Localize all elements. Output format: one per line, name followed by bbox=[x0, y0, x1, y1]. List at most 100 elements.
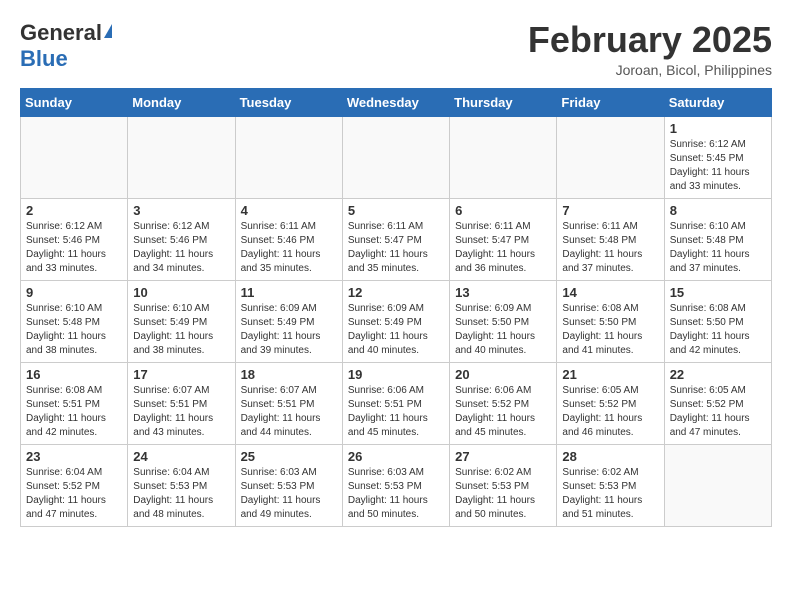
calendar-cell: 24 Sunrise: 6:04 AM Sunset: 5:53 PM Dayli… bbox=[128, 444, 235, 526]
calendar-cell: 15 Sunrise: 6:08 AM Sunset: 5:50 PM Dayli… bbox=[664, 280, 771, 362]
day-number: 14 bbox=[562, 285, 658, 300]
day-info: Sunrise: 6:03 AM Sunset: 5:53 PM Dayligh… bbox=[241, 466, 337, 522]
day-info: Sunrise: 6:11 AM Sunset: 5:47 PM Dayligh… bbox=[348, 220, 444, 276]
calendar-table: SundayMondayTuesdayWednesdayThursdayFrid… bbox=[20, 88, 772, 527]
day-number: 13 bbox=[455, 285, 551, 300]
day-info: Sunrise: 6:11 AM Sunset: 5:48 PM Dayligh… bbox=[562, 220, 658, 276]
calendar-cell: 22 Sunrise: 6:05 AM Sunset: 5:52 PM Dayli… bbox=[664, 362, 771, 444]
calendar-cell bbox=[557, 116, 664, 198]
day-info: Sunrise: 6:10 AM Sunset: 5:48 PM Dayligh… bbox=[26, 302, 122, 358]
calendar-cell: 6Sunrise: 6:11 AM Sunset: 5:47 PM Daylig… bbox=[450, 198, 557, 280]
day-number: 9 bbox=[26, 285, 122, 300]
day-info: Sunrise: 6:02 AM Sunset: 5:53 PM Dayligh… bbox=[562, 466, 658, 522]
day-info: Sunrise: 6:04 AM Sunset: 5:53 PM Dayligh… bbox=[133, 466, 229, 522]
logo-triangle-icon bbox=[104, 24, 112, 38]
calendar-cell: 28 Sunrise: 6:02 AM Sunset: 5:53 PM Dayli… bbox=[557, 444, 664, 526]
day-info: Sunrise: 6:08 AM Sunset: 5:51 PM Dayligh… bbox=[26, 384, 122, 440]
calendar-week-1: 1 Sunrise: 6:12 AM Sunset: 5:45 PM Daylig… bbox=[21, 116, 772, 198]
day-info: Sunrise: 6:08 AM Sunset: 5:50 PM Dayligh… bbox=[670, 302, 766, 358]
calendar-cell: 1 Sunrise: 6:12 AM Sunset: 5:45 PM Daylig… bbox=[664, 116, 771, 198]
day-info: Sunrise: 6:11 AM Sunset: 5:47 PM Dayligh… bbox=[455, 220, 551, 276]
day-number: 18 bbox=[241, 367, 337, 382]
calendar-cell: 23Sunrise: 6:04 AM Sunset: 5:52 PM Dayli… bbox=[21, 444, 128, 526]
day-number: 12 bbox=[348, 285, 444, 300]
calendar-cell: 7 Sunrise: 6:11 AM Sunset: 5:48 PM Daylig… bbox=[557, 198, 664, 280]
calendar-cell: 5 Sunrise: 6:11 AM Sunset: 5:47 PM Daylig… bbox=[342, 198, 449, 280]
calendar-cell: 13 Sunrise: 6:09 AM Sunset: 5:50 PM Dayli… bbox=[450, 280, 557, 362]
calendar-cell bbox=[128, 116, 235, 198]
weekday-header-saturday: Saturday bbox=[664, 88, 771, 116]
day-info: Sunrise: 6:05 AM Sunset: 5:52 PM Dayligh… bbox=[670, 384, 766, 440]
day-number: 3 bbox=[133, 203, 229, 218]
day-number: 8 bbox=[670, 203, 766, 218]
day-number: 25 bbox=[241, 449, 337, 464]
day-number: 16 bbox=[26, 367, 122, 382]
day-info: Sunrise: 6:04 AM Sunset: 5:52 PM Dayligh… bbox=[26, 466, 122, 522]
calendar-cell: 26Sunrise: 6:03 AM Sunset: 5:53 PM Dayli… bbox=[342, 444, 449, 526]
day-number: 5 bbox=[348, 203, 444, 218]
day-info: Sunrise: 6:10 AM Sunset: 5:49 PM Dayligh… bbox=[133, 302, 229, 358]
day-info: Sunrise: 6:05 AM Sunset: 5:52 PM Dayligh… bbox=[562, 384, 658, 440]
calendar-cell: 17 Sunrise: 6:07 AM Sunset: 5:51 PM Dayli… bbox=[128, 362, 235, 444]
calendar-cell: 12 Sunrise: 6:09 AM Sunset: 5:49 PM Dayli… bbox=[342, 280, 449, 362]
calendar-cell: 10Sunrise: 6:10 AM Sunset: 5:49 PM Dayli… bbox=[128, 280, 235, 362]
logo-general-text: General bbox=[20, 20, 102, 46]
day-info: Sunrise: 6:10 AM Sunset: 5:48 PM Dayligh… bbox=[670, 220, 766, 276]
calendar-cell: 4 Sunrise: 6:11 AM Sunset: 5:46 PM Daylig… bbox=[235, 198, 342, 280]
day-info: Sunrise: 6:12 AM Sunset: 5:45 PM Dayligh… bbox=[670, 138, 766, 194]
day-number: 15 bbox=[670, 285, 766, 300]
day-number: 20 bbox=[455, 367, 551, 382]
day-number: 28 bbox=[562, 449, 658, 464]
calendar-header-row: SundayMondayTuesdayWednesdayThursdayFrid… bbox=[21, 88, 772, 116]
calendar-cell: 18 Sunrise: 6:07 AM Sunset: 5:51 PM Dayli… bbox=[235, 362, 342, 444]
calendar-cell: 25 Sunrise: 6:03 AM Sunset: 5:53 PM Dayli… bbox=[235, 444, 342, 526]
day-info: Sunrise: 6:09 AM Sunset: 5:49 PM Dayligh… bbox=[241, 302, 337, 358]
weekday-header-monday: Monday bbox=[128, 88, 235, 116]
day-info: Sunrise: 6:08 AM Sunset: 5:50 PM Dayligh… bbox=[562, 302, 658, 358]
calendar-cell: 3 Sunrise: 6:12 AM Sunset: 5:46 PM Daylig… bbox=[128, 198, 235, 280]
day-number: 27 bbox=[455, 449, 551, 464]
calendar-week-2: 2 Sunrise: 6:12 AM Sunset: 5:46 PM Daylig… bbox=[21, 198, 772, 280]
day-info: Sunrise: 6:07 AM Sunset: 5:51 PM Dayligh… bbox=[133, 384, 229, 440]
calendar-cell: 2 Sunrise: 6:12 AM Sunset: 5:46 PM Daylig… bbox=[21, 198, 128, 280]
calendar-week-5: 23Sunrise: 6:04 AM Sunset: 5:52 PM Dayli… bbox=[21, 444, 772, 526]
weekday-header-wednesday: Wednesday bbox=[342, 88, 449, 116]
day-number: 17 bbox=[133, 367, 229, 382]
day-number: 19 bbox=[348, 367, 444, 382]
weekday-header-friday: Friday bbox=[557, 88, 664, 116]
calendar-cell bbox=[342, 116, 449, 198]
day-number: 21 bbox=[562, 367, 658, 382]
calendar-cell: 8 Sunrise: 6:10 AM Sunset: 5:48 PM Daylig… bbox=[664, 198, 771, 280]
location-subtitle: Joroan, Bicol, Philippines bbox=[528, 62, 772, 78]
day-number: 7 bbox=[562, 203, 658, 218]
logo: General Blue bbox=[20, 20, 112, 72]
day-number: 1 bbox=[670, 121, 766, 136]
day-info: Sunrise: 6:11 AM Sunset: 5:46 PM Dayligh… bbox=[241, 220, 337, 276]
calendar-cell bbox=[450, 116, 557, 198]
calendar-week-3: 9 Sunrise: 6:10 AM Sunset: 5:48 PM Daylig… bbox=[21, 280, 772, 362]
day-info: Sunrise: 6:09 AM Sunset: 5:50 PM Dayligh… bbox=[455, 302, 551, 358]
day-info: Sunrise: 6:03 AM Sunset: 5:53 PM Dayligh… bbox=[348, 466, 444, 522]
weekday-header-tuesday: Tuesday bbox=[235, 88, 342, 116]
day-number: 11 bbox=[241, 285, 337, 300]
day-info: Sunrise: 6:07 AM Sunset: 5:51 PM Dayligh… bbox=[241, 384, 337, 440]
title-block: February 2025 Joroan, Bicol, Philippines bbox=[528, 20, 772, 78]
day-number: 2 bbox=[26, 203, 122, 218]
calendar-cell bbox=[664, 444, 771, 526]
calendar-cell: 27Sunrise: 6:02 AM Sunset: 5:53 PM Dayli… bbox=[450, 444, 557, 526]
day-info: Sunrise: 6:06 AM Sunset: 5:52 PM Dayligh… bbox=[455, 384, 551, 440]
day-info: Sunrise: 6:09 AM Sunset: 5:49 PM Dayligh… bbox=[348, 302, 444, 358]
logo-blue-text: Blue bbox=[20, 46, 68, 71]
calendar-cell: 19Sunrise: 6:06 AM Sunset: 5:51 PM Dayli… bbox=[342, 362, 449, 444]
calendar-week-4: 16 Sunrise: 6:08 AM Sunset: 5:51 PM Dayli… bbox=[21, 362, 772, 444]
calendar-cell: 20 Sunrise: 6:06 AM Sunset: 5:52 PM Dayli… bbox=[450, 362, 557, 444]
day-info: Sunrise: 6:12 AM Sunset: 5:46 PM Dayligh… bbox=[26, 220, 122, 276]
day-info: Sunrise: 6:12 AM Sunset: 5:46 PM Dayligh… bbox=[133, 220, 229, 276]
day-number: 22 bbox=[670, 367, 766, 382]
calendar-cell: 9 Sunrise: 6:10 AM Sunset: 5:48 PM Daylig… bbox=[21, 280, 128, 362]
page-header: General Blue February 2025 Joroan, Bicol… bbox=[20, 20, 772, 78]
day-number: 4 bbox=[241, 203, 337, 218]
day-number: 24 bbox=[133, 449, 229, 464]
calendar-cell: 11 Sunrise: 6:09 AM Sunset: 5:49 PM Dayli… bbox=[235, 280, 342, 362]
calendar-cell bbox=[21, 116, 128, 198]
